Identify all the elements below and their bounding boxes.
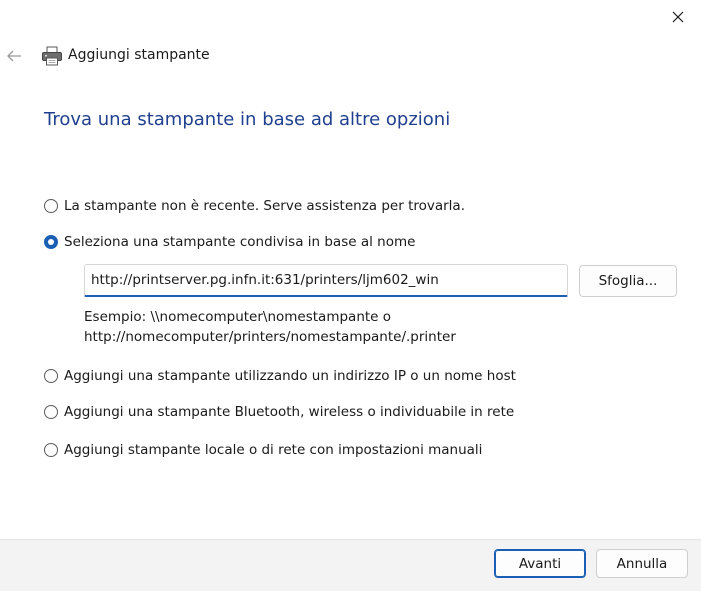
shared-printer-name-input[interactable]	[84, 264, 568, 297]
page-title: Trova una stampante in base ad altre opz…	[44, 109, 451, 130]
example-text: Esempio: \\nomecomputer\nomestampante o …	[84, 307, 456, 347]
radio-bluetooth-wireless[interactable]	[44, 405, 58, 419]
option-label: Seleziona una stampante condivisa in bas…	[64, 234, 416, 250]
browse-button[interactable]: Sfoglia...	[579, 265, 677, 297]
option-ip-hostname[interactable]: Aggiungi una stampante utilizzando un in…	[44, 366, 516, 386]
example-line-2: http://nomecomputer/printers/nomestampan…	[84, 329, 456, 345]
next-button[interactable]: Avanti	[494, 549, 586, 578]
option-label: La stampante non è recente. Serve assist…	[64, 198, 465, 214]
option-bluetooth-wireless[interactable]: Aggiungi una stampante Bluetooth, wirele…	[44, 402, 514, 422]
back-button[interactable]	[4, 44, 24, 68]
back-arrow-icon	[7, 50, 21, 62]
close-icon	[672, 11, 684, 23]
add-printer-window: Aggiungi stampante Trova una stampante i…	[0, 0, 701, 591]
radio-old-printer[interactable]	[44, 199, 58, 213]
option-shared-by-name[interactable]: Seleziona una stampante condivisa in bas…	[44, 232, 415, 252]
wizard-header: Aggiungi stampante	[0, 44, 500, 68]
cancel-button[interactable]: Annulla	[596, 549, 688, 578]
radio-ip-hostname[interactable]	[44, 369, 58, 383]
radio-local-manual[interactable]	[44, 443, 58, 457]
option-label: Aggiungi stampante locale o di rete con …	[64, 442, 483, 458]
radio-shared-by-name[interactable]	[44, 235, 58, 249]
close-button[interactable]	[655, 0, 701, 34]
option-label: Aggiungi una stampante Bluetooth, wirele…	[64, 404, 515, 420]
wizard-title: Aggiungi stampante	[68, 47, 210, 63]
option-old-printer[interactable]: La stampante non è recente. Serve assist…	[44, 196, 465, 216]
example-line-1: Esempio: \\nomecomputer\nomestampante o	[84, 309, 392, 325]
option-local-manual[interactable]: Aggiungi stampante locale o di rete con …	[44, 440, 482, 460]
printer-icon	[42, 46, 62, 66]
option-label: Aggiungi una stampante utilizzando un in…	[64, 368, 516, 384]
